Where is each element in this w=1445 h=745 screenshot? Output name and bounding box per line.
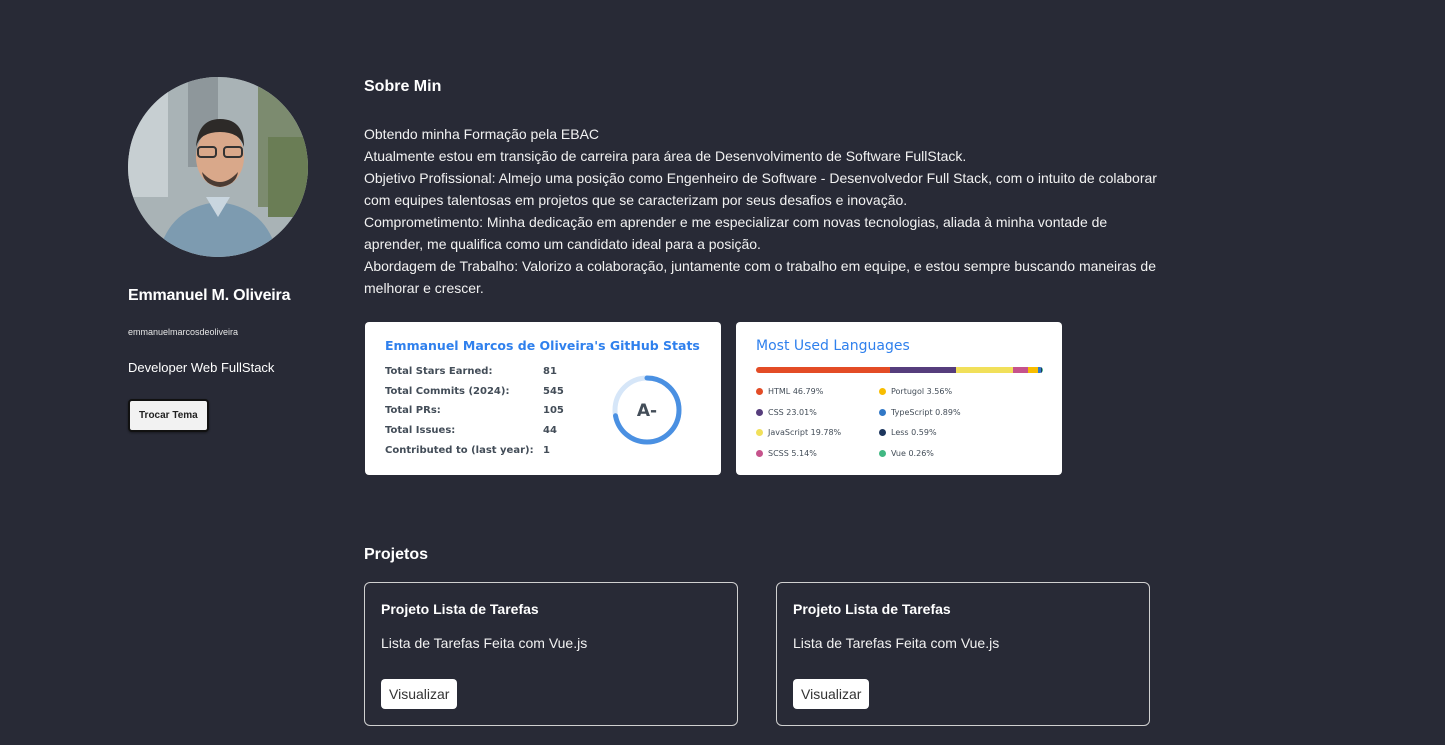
about-title: Sobre Min <box>364 78 442 95</box>
language-legend-item: JavaScript 19.78% <box>756 428 841 437</box>
stat-value: 105 <box>543 405 564 416</box>
language-name: Portugol <box>891 387 927 396</box>
stat-label: Total Stars Earned: <box>385 366 493 377</box>
language-bar-segment <box>1013 367 1028 373</box>
language-bar-segment <box>1027 367 1038 373</box>
language-bar-segment <box>890 367 957 373</box>
language-legend-item: Vue 0.26% <box>879 449 934 458</box>
project-description: Lista de Tarefas Feita com Vue.js <box>381 635 588 651</box>
language-bar-segment <box>756 367 891 373</box>
view-project-button[interactable]: Visualizar <box>381 679 458 709</box>
language-percent: 0.59% <box>911 428 937 437</box>
about-line: Atualmente estou em transição de carreir… <box>364 148 967 164</box>
rank-ring: A- <box>612 375 682 445</box>
language-bar-segment <box>1042 367 1043 373</box>
profile-name: Emmanuel M. Oliveira <box>128 287 291 304</box>
profile-sidebar: Emmanuel M. Oliveira emmanuelmarcosdeoli… <box>128 77 328 432</box>
about-text: Obtendo minha Formação pela EBAC Atualme… <box>364 123 1164 299</box>
toggle-theme-button[interactable]: Trocar Tema <box>128 399 209 432</box>
about-section: Sobre Min Obtendo minha Formação pela EB… <box>364 78 1164 299</box>
projects-title: Projetos <box>364 546 429 563</box>
language-legend-item: TypeScript 0.89% <box>879 408 961 417</box>
about-line: Abordagem de Trabalho: Valorizo a colabo… <box>364 258 1156 296</box>
stat-label: Total PRs: <box>385 405 441 416</box>
language-percent: 46.79% <box>792 387 824 396</box>
language-color-dot <box>756 450 763 457</box>
language-legend-item: CSS 23.01% <box>756 408 817 417</box>
project-name: Projeto Lista de Tarefas <box>793 601 951 617</box>
language-name: CSS <box>768 408 787 417</box>
language-legend-item: Portugol 3.56% <box>879 387 952 396</box>
language-percent: 19.78% <box>810 428 842 437</box>
stat-label: Total Commits (2024): <box>385 386 510 397</box>
rank-label: A- <box>637 401 657 421</box>
about-line: Objetivo Profissional: Almejo uma posiçã… <box>364 170 1157 208</box>
language-percent: 0.26% <box>908 449 934 458</box>
stat-value: 44 <box>543 425 557 436</box>
project-card: Projeto Lista de Tarefas Lista de Tarefa… <box>364 582 738 726</box>
language-color-dot <box>879 388 886 395</box>
github-stats-title: Emmanuel Marcos de Oliveira's GitHub Sta… <box>385 338 700 353</box>
language-color-dot <box>879 450 886 457</box>
language-legend-item: Less 0.59% <box>879 428 937 437</box>
language-name: HTML <box>768 387 793 396</box>
stat-value: 545 <box>543 386 564 397</box>
language-bar-segment <box>956 367 1014 373</box>
languages-card[interactable]: Most Used Languages HTML 46.79% CSS 23.01… <box>736 322 1062 475</box>
profile-username: emmanuelmarcosdeoliveira <box>128 327 239 337</box>
language-percent: 5.14% <box>791 449 817 458</box>
language-percent: 3.56% <box>926 387 953 396</box>
avatar <box>128 77 308 257</box>
language-legend-item: SCSS 5.14% <box>756 449 817 458</box>
languages-bar <box>756 367 1043 373</box>
stat-label: Total Issues: <box>385 425 456 436</box>
language-color-dot <box>879 409 886 416</box>
about-line: Obtendo minha Formação pela EBAC <box>364 126 600 142</box>
language-name: SCSS <box>768 449 792 458</box>
languages-title: Most Used Languages <box>756 338 910 354</box>
view-project-button[interactable]: Visualizar <box>793 679 870 709</box>
language-name: Less <box>891 428 912 437</box>
language-color-dot <box>756 409 763 416</box>
avatar-photo <box>128 77 308 257</box>
language-legend-item: HTML 46.79% <box>756 387 823 396</box>
language-percent: 23.01% <box>786 408 817 417</box>
language-name: JavaScript <box>768 428 811 437</box>
language-percent: 0.89% <box>935 408 961 417</box>
language-color-dot <box>756 388 763 395</box>
stat-value: 81 <box>543 366 557 377</box>
language-name: Vue <box>891 449 909 458</box>
stat-value: 1 <box>543 445 550 456</box>
language-color-dot <box>879 429 886 436</box>
language-color-dot <box>756 429 763 436</box>
project-description: Lista de Tarefas Feita com Vue.js <box>793 635 1000 651</box>
project-name: Projeto Lista de Tarefas <box>381 601 539 617</box>
stat-label: Contributed to (last year): <box>385 445 534 456</box>
about-line: Comprometimento: Minha dedicação em apre… <box>364 214 1108 252</box>
project-card: Projeto Lista de Tarefas Lista de Tarefa… <box>776 582 1150 726</box>
profile-role: Developer Web FullStack <box>128 360 275 375</box>
language-name: TypeScript <box>891 408 936 417</box>
github-stats-card[interactable]: Emmanuel Marcos de Oliveira's GitHub Sta… <box>365 322 721 475</box>
